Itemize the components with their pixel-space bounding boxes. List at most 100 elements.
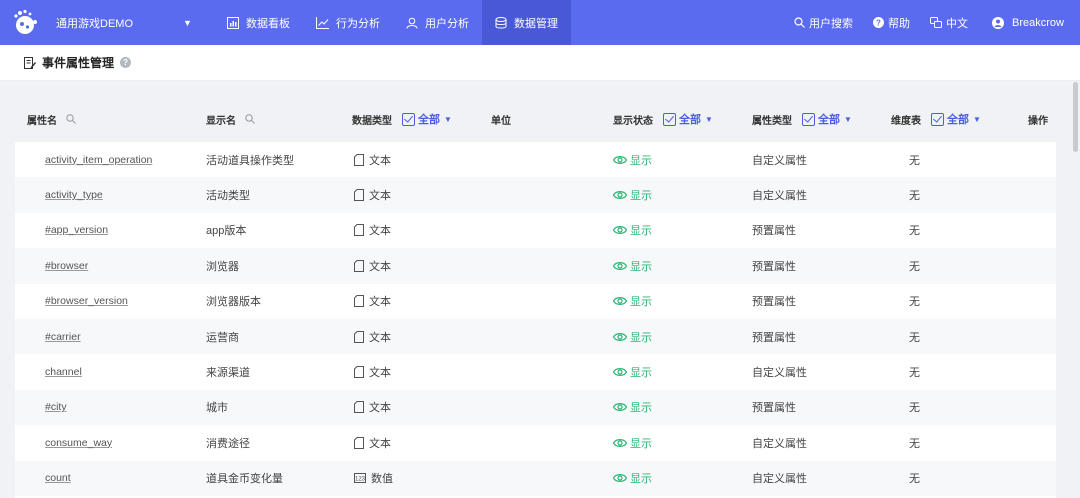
nav-behavior-analysis[interactable]: 行为分析	[303, 0, 393, 45]
caret-down-icon: ▼	[444, 114, 452, 124]
caret-down-icon: ▼	[183, 17, 192, 28]
brand-logo[interactable]	[6, 0, 46, 45]
display-status[interactable]: 显示	[630, 435, 652, 451]
page-title: 事件属性管理	[42, 56, 115, 70]
property-type: 预置属性	[752, 260, 796, 273]
dimension-table: 无	[909, 296, 920, 309]
dim-filter[interactable]: 全部 ▼	[931, 111, 981, 127]
nav-user-analysis[interactable]: 用户分析	[393, 0, 482, 45]
doc-icon	[354, 436, 364, 449]
datatype-filter-label: 全部	[418, 114, 440, 126]
header-dim-label: 维度表	[891, 115, 921, 127]
page-title-bar: 事件属性管理 ?	[0, 45, 1080, 81]
checkbox-icon	[402, 112, 415, 126]
header-proptype: 属性类型 全部 ▼	[752, 96, 852, 142]
property-name-link[interactable]: channel	[45, 366, 82, 378]
nav-dashboard[interactable]: 数据看板	[214, 0, 303, 45]
table-row: activity_item_operation 活动道具操作类型 文本 显示 自…	[15, 142, 1056, 177]
header-name-label: 属性名	[27, 115, 57, 127]
property-name-link[interactable]: #app_version	[45, 224, 108, 236]
property-type: 预置属性	[752, 225, 796, 238]
property-name-link[interactable]: consume_way	[45, 437, 112, 449]
table-row: channel 来源渠道 文本 显示 自定义属性 无	[15, 354, 1056, 389]
display-status[interactable]: 显示	[630, 470, 652, 486]
datatype-filter[interactable]: 全部 ▼	[402, 111, 452, 127]
dimension-table: 无	[909, 367, 920, 380]
display-name: 消费途径	[206, 437, 250, 450]
nav-behavior-label: 行为分析	[336, 17, 380, 30]
property-name-link[interactable]: activity_type	[45, 189, 103, 201]
language-switch[interactable]: 中文	[920, 15, 978, 31]
dimension-table: 无	[909, 260, 920, 273]
project-name: 通用游戏DEMO	[56, 17, 133, 30]
property-name-link[interactable]: #browser	[45, 260, 88, 272]
dashboard-icon	[227, 16, 239, 29]
doc-icon	[354, 295, 364, 308]
property-name-link[interactable]: #browser_version	[45, 295, 128, 307]
display-status[interactable]: 显示	[630, 364, 652, 380]
nav-data-management[interactable]: 数据管理	[482, 0, 571, 45]
project-selector[interactable]: 通用游戏DEMO ▼	[56, 15, 206, 31]
property-name-link[interactable]: count	[45, 472, 71, 484]
data-type: 数值	[371, 473, 393, 486]
display-name: app版本	[206, 225, 247, 238]
status-filter[interactable]: 全部 ▼	[663, 111, 713, 127]
eye-icon	[613, 332, 627, 341]
display-name: 浏览器版本	[206, 296, 261, 309]
dimension-table: 无	[909, 473, 920, 486]
data-type: 文本	[369, 367, 391, 380]
property-table: 属性名 显示名 数据类型 全部 ▼ 单位 显示状态 全部 ▼ 属性类型 全部 ▼…	[15, 96, 1056, 498]
user-search-button[interactable]: 用户搜索	[784, 15, 863, 31]
display-status[interactable]: 显示	[630, 152, 652, 168]
search-icon[interactable]	[245, 114, 255, 124]
dimension-table: 无	[909, 225, 920, 238]
number-icon: 123	[354, 473, 366, 484]
property-type: 预置属性	[752, 331, 796, 344]
header-status-label: 显示状态	[613, 115, 653, 127]
caret-down-icon: ▼	[844, 114, 852, 124]
display-name: 城市	[206, 402, 228, 415]
header-name: 属性名	[27, 96, 76, 142]
user-menu[interactable]: Breakcrow	[978, 16, 1080, 29]
search-icon[interactable]	[66, 114, 76, 124]
help-circle-icon: ?	[873, 17, 885, 28]
doc-icon	[354, 401, 364, 414]
data-type: 文本	[369, 154, 391, 167]
display-status[interactable]: 显示	[630, 258, 652, 274]
checkbox-icon	[931, 112, 944, 126]
display-status[interactable]: 显示	[630, 187, 652, 203]
display-status[interactable]: 显示	[630, 293, 652, 309]
data-type: 文本	[369, 402, 391, 415]
table-header: 属性名 显示名 数据类型 全部 ▼ 单位 显示状态 全部 ▼ 属性类型 全部 ▼…	[15, 96, 1056, 142]
property-name-link[interactable]: #carrier	[45, 331, 81, 343]
page-scrollbar[interactable]	[1073, 82, 1078, 152]
table-row: #app_version app版本 文本 显示 预置属性 无	[15, 213, 1056, 248]
help-icon[interactable]: ?	[120, 57, 132, 68]
property-name-link[interactable]: activity_item_operation	[45, 154, 152, 166]
eye-icon	[613, 474, 627, 483]
eye-icon	[613, 368, 627, 377]
display-status[interactable]: 显示	[630, 222, 652, 238]
edit-document-icon	[24, 56, 36, 69]
table-row: consume_way 消费途径 文本 显示 自定义属性 无	[15, 425, 1056, 460]
display-status[interactable]: 显示	[630, 329, 652, 345]
user-search-label: 用户搜索	[809, 17, 854, 30]
data-type: 文本	[369, 331, 391, 344]
display-name: 浏览器	[206, 260, 239, 273]
doc-icon	[354, 189, 364, 202]
eye-icon	[613, 403, 627, 412]
status-filter-label: 全部	[679, 114, 701, 126]
display-status[interactable]: 显示	[630, 399, 652, 415]
help-button[interactable]: ? 帮助	[863, 15, 920, 31]
dim-filter-label: 全部	[947, 114, 969, 126]
property-name-link[interactable]: #city	[45, 401, 67, 413]
header-unit-label: 单位	[491, 115, 511, 127]
header-datatype: 数据类型 全部 ▼	[352, 96, 452, 142]
property-type: 预置属性	[752, 402, 796, 415]
doc-icon	[354, 224, 364, 237]
data-type: 文本	[369, 296, 391, 309]
property-type: 自定义属性	[752, 473, 807, 486]
table-row: #carrier 运营商 文本 显示 预置属性 无	[15, 318, 1056, 355]
proptype-filter[interactable]: 全部 ▼	[802, 111, 852, 127]
dimension-table: 无	[909, 154, 920, 167]
